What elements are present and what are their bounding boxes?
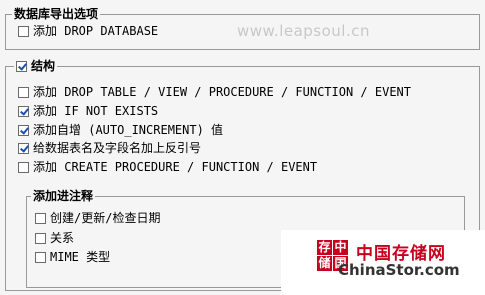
auto-increment-checkbox[interactable] — [18, 124, 29, 136]
comments-option-dates[interactable]: 创建/更新/检查日期 — [35, 210, 160, 226]
add-drop-database-checkbox[interactable] — [18, 25, 29, 37]
chinastor-logo: 存 储 中 国 中国存储网 ChinaStor.com — [281, 230, 485, 295]
add-drop-database-option[interactable]: 添加 DROP DATABASE — [18, 23, 158, 39]
relations-label: 关系 — [50, 231, 75, 245]
structure-legend[interactable]: 结构 — [14, 59, 58, 73]
logo-char-1: 存 — [317, 240, 332, 255]
comments-option-relations[interactable]: 关系 — [35, 230, 74, 246]
dates-label: 创建/更新/检查日期 — [50, 211, 161, 225]
structure-option-create-procedure[interactable]: 添加 CREATE PROCEDURE / FUNCTION / EVENT — [18, 159, 317, 175]
dates-checkbox[interactable] — [35, 212, 46, 224]
watermark-text: www.leapsoul.cn — [237, 22, 370, 40]
comments-option-mime[interactable]: MIME 类型 — [35, 249, 110, 265]
logo-char-2: 储 — [317, 256, 332, 271]
comments-legend: 添加进注释 — [31, 189, 96, 203]
backquotes-checkbox[interactable] — [18, 142, 29, 154]
backquotes-label: 给数据表名及字段名加上反引号 — [33, 141, 202, 155]
structure-option-backquotes[interactable]: 给数据表名及字段名加上反引号 — [18, 140, 201, 156]
create-procedure-label: 添加 CREATE PROCEDURE / FUNCTION / EVENT — [33, 160, 318, 174]
structure-option-auto-increment[interactable]: 添加自增 (AUTO_INCREMENT) 值 — [18, 122, 223, 138]
structure-checkbox[interactable] — [16, 60, 27, 72]
mime-label: MIME 类型 — [50, 250, 111, 264]
structure-option-add-drop-table[interactable]: 添加 DROP TABLE / VIEW / PROCEDURE / FUNCT… — [18, 84, 411, 100]
if-not-exists-label: 添加 IF NOT EXISTS — [33, 104, 159, 118]
structure-option-if-not-exists[interactable]: 添加 IF NOT EXISTS — [18, 103, 158, 119]
relations-checkbox[interactable] — [35, 232, 46, 244]
logo-en-text: ChinaStor.com — [338, 261, 460, 279]
structure-legend-label: 结构 — [31, 59, 56, 73]
db-export-options-legend: 数据库导出选项 — [12, 7, 101, 21]
if-not-exists-checkbox[interactable] — [18, 105, 29, 117]
logo-char-3: 中 — [333, 240, 348, 255]
add-drop-table-label: 添加 DROP TABLE / VIEW / PROCEDURE / FUNCT… — [33, 85, 412, 99]
add-drop-table-checkbox[interactable] — [18, 86, 29, 98]
auto-increment-label: 添加自增 (AUTO_INCREMENT) 值 — [33, 123, 224, 137]
mime-checkbox[interactable] — [35, 251, 46, 263]
add-drop-database-label: 添加 DROP DATABASE — [33, 24, 159, 38]
create-procedure-checkbox[interactable] — [18, 161, 29, 173]
